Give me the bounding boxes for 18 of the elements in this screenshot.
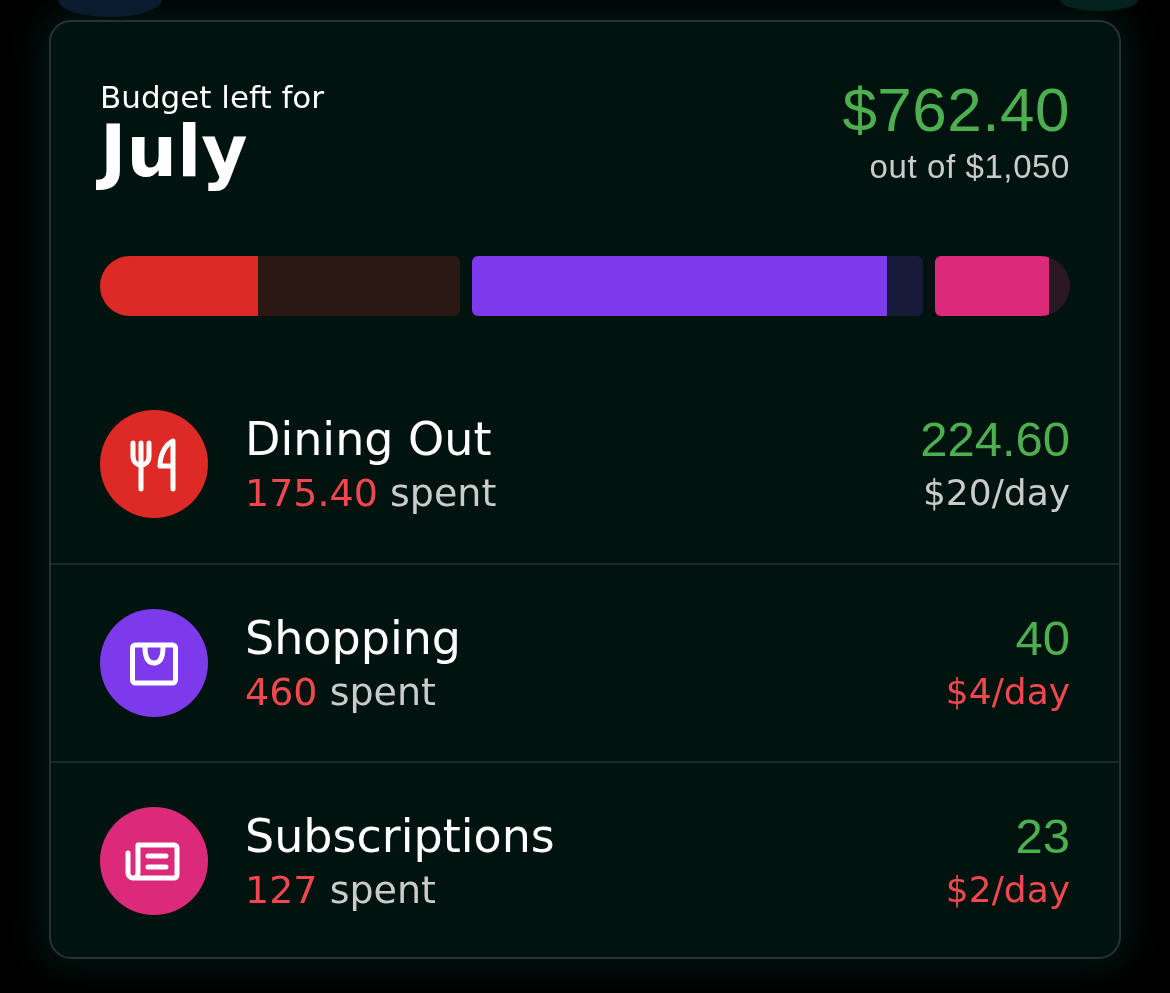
- spent-amount: 460: [245, 670, 318, 714]
- category-name: Dining Out: [245, 412, 493, 466]
- remaining-amount: $762.40: [842, 75, 1070, 145]
- daily-allowance: $20/day: [922, 471, 1070, 515]
- spent-label: spent: [390, 471, 497, 515]
- spent-label: spent: [329, 868, 436, 912]
- category-name: Shopping: [245, 611, 463, 665]
- remaining-amount: 224.60: [920, 412, 1070, 466]
- remaining-amount: 40: [1015, 611, 1070, 665]
- spent-label: spent: [329, 670, 436, 714]
- budget-caption: Budget left for: [100, 78, 325, 116]
- spent-amount: 127: [245, 868, 318, 912]
- remaining-amount: 23: [1015, 809, 1070, 863]
- daily-allowance: $4/day: [945, 670, 1070, 714]
- daily-allowance: $2/day: [945, 868, 1070, 912]
- category-name: Subscriptions: [245, 809, 556, 863]
- spent-amount: 175.40: [245, 471, 378, 515]
- total-budget: out of $1,050: [869, 147, 1070, 187]
